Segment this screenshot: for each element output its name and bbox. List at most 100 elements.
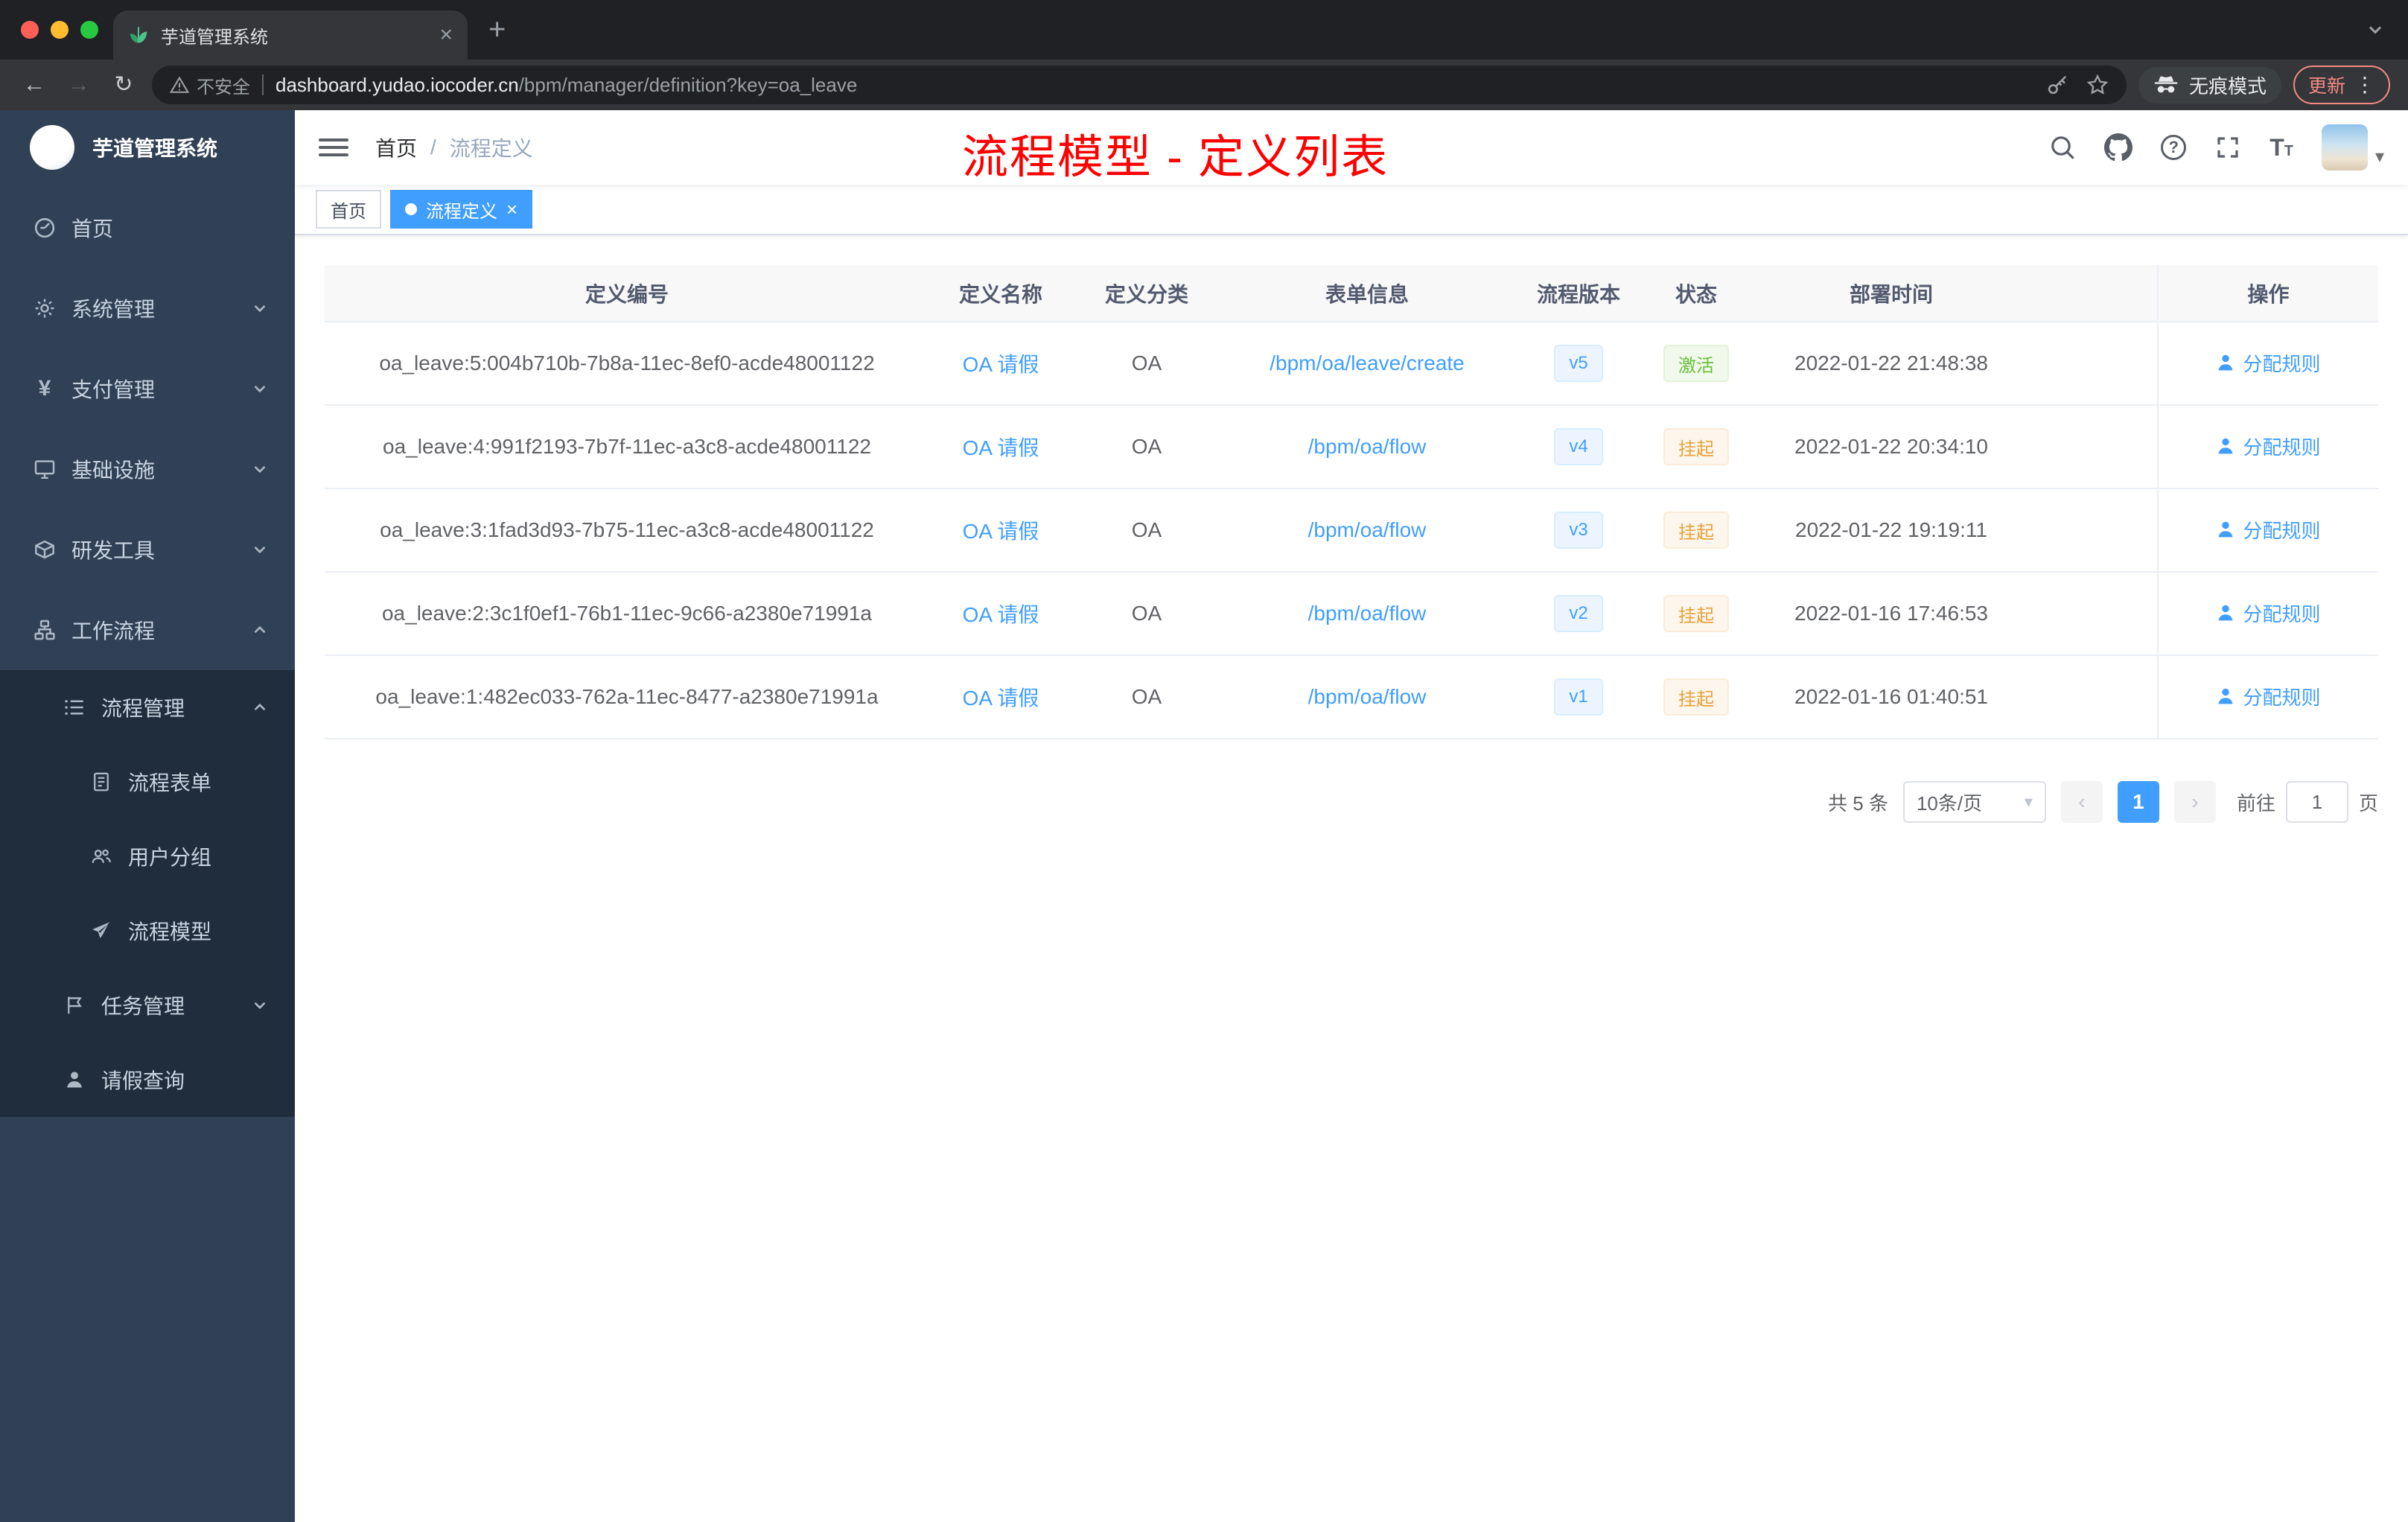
goto-label: 前往 [2236, 792, 2275, 815]
avatar[interactable] [2321, 124, 2368, 171]
browser-menu-icon[interactable]: ⋮ [2354, 74, 2375, 95]
breadcrumb-home-link[interactable]: 首页 [375, 133, 417, 162]
table-row: oa_leave:4:991f2193-7b7f-11ec-a3c8-acde4… [325, 405, 2378, 489]
search-icon[interactable] [2049, 134, 2076, 161]
workflow-submenu: 流程管理 流程表单 用户分组 流程模型 任务管理 请假查询 [0, 670, 295, 1117]
tag-home[interactable]: 首页 [316, 190, 381, 229]
user-icon [2219, 605, 2233, 621]
sidebar-item-payment[interactable]: ¥ 支付管理 [0, 348, 295, 429]
definition-name-link[interactable]: OA 请假 [963, 687, 1039, 710]
security-status[interactable]: 不安全 [170, 72, 250, 98]
help-icon[interactable]: ? [2161, 135, 2187, 160]
forward-button[interactable]: → [63, 74, 95, 96]
column-header-category: 定义分类 [1072, 265, 1221, 322]
chevron-down-icon [252, 380, 268, 397]
sidebar-item-task-management[interactable]: 任务管理 [0, 968, 295, 1042]
user-icon [2219, 439, 2233, 454]
assign-rule-button[interactable]: 分配规则 [2216, 683, 2321, 710]
navbar-actions: ? TT ▾ [2049, 124, 2384, 171]
minimize-window-button[interactable] [51, 21, 69, 39]
assign-rule-button[interactable]: 分配规则 [2216, 433, 2321, 460]
form-link[interactable]: /bpm/oa/flow [1308, 518, 1427, 541]
sidebar-item-home[interactable]: 首页 [0, 188, 295, 268]
browser-tab[interactable]: 芋道管理系统 × [113, 10, 468, 60]
next-page-button[interactable]: › [2173, 781, 2216, 823]
version-tag: v1 [1554, 678, 1603, 716]
tab-search-chevron-icon[interactable] [2366, 21, 2384, 39]
sidebar-item-label: 基础设施 [71, 459, 156, 482]
back-button[interactable]: ← [18, 74, 51, 96]
zoom-window-button[interactable] [80, 21, 98, 39]
navbar: 首页 / 流程定义 流程模型 - 定义列表 ? TT ▾ [295, 110, 2408, 185]
cell-id: oa_leave:2:3c1f0ef1-76b1-11ec-9c66-a2380… [325, 572, 929, 656]
sidebar-item-process-management[interactable]: 流程管理 [0, 670, 295, 745]
paper-plane-icon [89, 919, 113, 943]
definition-name-link[interactable]: OA 请假 [963, 353, 1039, 376]
github-icon[interactable] [2104, 133, 2133, 162]
new-tab-button[interactable]: + [488, 13, 506, 47]
prev-page-button[interactable]: ‹ [2060, 781, 2103, 823]
bookmark-star-icon[interactable] [2086, 74, 2109, 96]
sidebar-item-process-model[interactable]: 流程模型 [0, 894, 295, 968]
reload-button[interactable]: ↻ [107, 74, 140, 96]
sidebar-item-devtools[interactable]: 研发工具 [0, 509, 295, 590]
page-size-select[interactable]: 10条/页 ▾ [1902, 781, 2046, 823]
definition-name-link[interactable]: OA 请假 [963, 436, 1039, 459]
chevron-down-icon [252, 300, 268, 316]
tag-close-icon[interactable]: × [506, 200, 517, 219]
sidebar-item-process-form[interactable]: 流程表单 [0, 745, 295, 819]
update-label: 更新 [2307, 76, 2345, 97]
assign-rule-button[interactable]: 分配规则 [2216, 349, 2321, 377]
address-bar[interactable]: 不安全 dashboard.yudao.iocoder.cn/bpm/manag… [152, 66, 2127, 104]
tags-bar: 首页 流程定义 × [295, 185, 2408, 235]
version-tag: v2 [1554, 595, 1603, 632]
url-domain: dashboard.yudao.iocoder.cn [275, 73, 519, 96]
sidebar-item-label: 流程管理 [101, 697, 185, 720]
form-link[interactable]: /bpm/oa/flow [1308, 602, 1427, 625]
user-icon [2219, 355, 2233, 371]
sidebar-item-system[interactable]: 系统管理 [0, 268, 295, 348]
close-window-button[interactable] [21, 21, 39, 39]
tag-process-definition[interactable]: 流程定义 × [390, 190, 533, 229]
status-badge: 挂起 [1663, 428, 1729, 465]
sidebar-item-infrastructure[interactable]: 基础设施 [0, 429, 295, 509]
workflow-icon [33, 618, 57, 642]
logo-image [30, 125, 74, 170]
form-link[interactable]: /bpm/oa/flow [1308, 435, 1427, 458]
assign-rule-button[interactable]: 分配规则 [2216, 516, 2321, 544]
definition-name-link[interactable]: OA 请假 [963, 520, 1039, 543]
sidebar-logo: 芋道管理系统 [0, 110, 295, 185]
current-page-button[interactable]: 1 [2117, 781, 2159, 823]
incognito-label: 无痕模式 [2188, 74, 2267, 98]
omnibox-divider [262, 74, 264, 95]
browser-update-button[interactable]: 更新 ⋮ [2293, 66, 2390, 104]
definition-name-link[interactable]: OA 请假 [963, 603, 1039, 626]
cell-category: OA [1072, 405, 1221, 489]
sidebar: 芋道管理系统 首页 系统管理 ¥ 支付管理 基础设施 研发工具 工作流程 流程管… [0, 110, 295, 1522]
caret-down-icon: ▾ [2374, 147, 2384, 167]
chevron-down-icon [252, 997, 268, 1013]
user-menu[interactable]: ▾ [2321, 124, 2384, 171]
assign-rule-button[interactable]: 分配规则 [2216, 599, 2321, 627]
browser-window: 芋道管理系统 × + ← → ↻ 不安全 dashboard.yudao.ioc… [0, 0, 2408, 1522]
sidebar-item-user-groups[interactable]: 用户分组 [0, 819, 295, 894]
form-link[interactable]: /bpm/oa/leave/create [1270, 351, 1465, 375]
document-icon [89, 770, 113, 794]
font-size-icon[interactable]: TT [2270, 134, 2293, 162]
key-icon[interactable] [2046, 74, 2068, 96]
form-link[interactable]: /bpm/oa/flow [1308, 685, 1427, 708]
person-icon [63, 1068, 86, 1092]
column-header-filler [2034, 265, 2158, 322]
tab-close-icon[interactable]: × [439, 24, 453, 46]
sidebar-item-label: 研发工具 [71, 539, 156, 562]
url-path: /bpm/manager/definition?key=oa_leave [518, 73, 858, 96]
fullscreen-icon[interactable] [2214, 134, 2241, 161]
sidebar-item-leave-query[interactable]: 请假查询 [0, 1042, 295, 1117]
gear-icon [33, 296, 57, 320]
chevron-right-icon: › [2191, 790, 2199, 813]
sidebar-item-workflow[interactable]: 工作流程 [0, 590, 295, 670]
warning-icon [170, 76, 189, 93]
hamburger-icon[interactable] [319, 138, 348, 156]
goto-page-input[interactable] [2285, 781, 2348, 823]
sidebar-menu: 首页 系统管理 ¥ 支付管理 基础设施 研发工具 工作流程 流程管理 流程表单 … [0, 185, 295, 1117]
